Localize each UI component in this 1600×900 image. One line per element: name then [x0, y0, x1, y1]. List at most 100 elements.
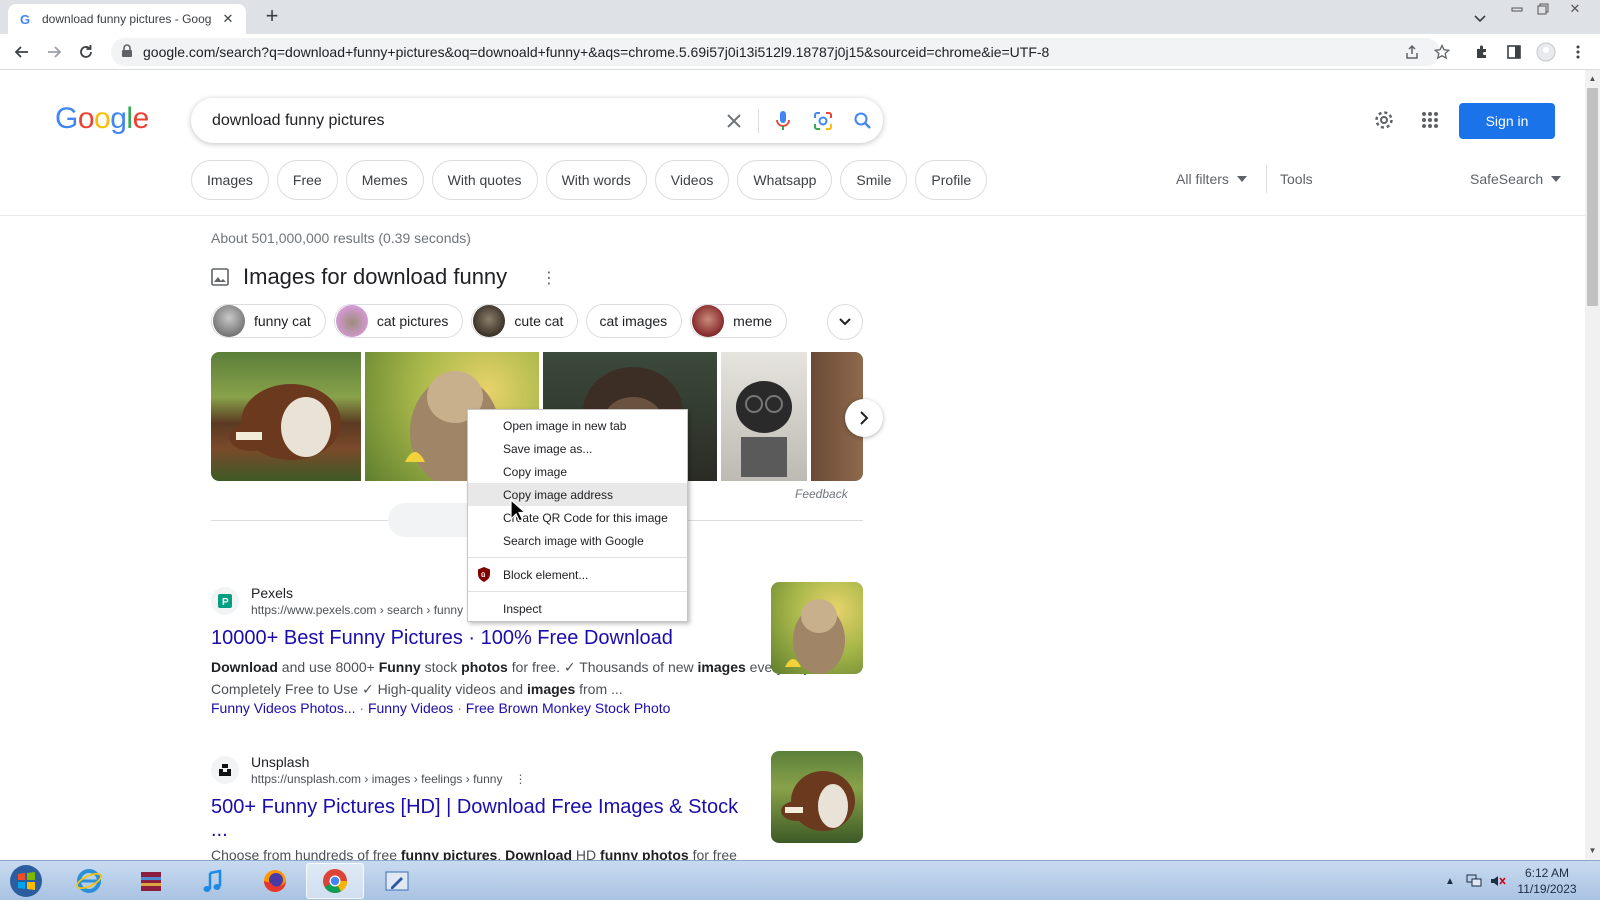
- expand-chips-chevron-icon[interactable]: [827, 304, 863, 340]
- browser-tab[interactable]: G download funny pictures - Goog ✕: [8, 4, 246, 34]
- all-filters-dropdown[interactable]: All filters: [1176, 171, 1247, 187]
- side-panel-icon[interactable]: [1502, 40, 1526, 64]
- result-sublinks: Funny Videos Photos... · Funny Videos · …: [211, 700, 871, 716]
- menu-inspect[interactable]: Inspect: [468, 597, 687, 620]
- filter-chip[interactable]: Free: [276, 160, 338, 200]
- sublink[interactable]: Funny Videos: [368, 700, 453, 716]
- clear-search-icon[interactable]: [714, 101, 754, 141]
- menu-block-element-label: Block element...: [503, 567, 589, 582]
- filter-chip[interactable]: With words: [545, 160, 647, 200]
- sublink[interactable]: Free Brown Monkey Stock Photo: [466, 700, 671, 716]
- tab-search-chevron-icon[interactable]: [1470, 8, 1490, 28]
- related-chip[interactable]: meme: [690, 304, 788, 338]
- svg-text:G: G: [20, 12, 30, 26]
- more-options-icon[interactable]: ⋮: [539, 268, 559, 288]
- related-chip[interactable]: cat images: [586, 304, 683, 338]
- minimize-window-icon[interactable]: [1504, 0, 1530, 18]
- extensions-puzzle-icon[interactable]: [1470, 40, 1494, 64]
- result-thumbnail-horse[interactable]: [771, 751, 863, 843]
- related-chip[interactable]: funny cat: [211, 304, 326, 338]
- menu-open-image-new-tab[interactable]: Open image in new tab: [468, 414, 687, 437]
- result-url: https://unsplash.com › images › feelings…: [251, 772, 526, 786]
- close-window-icon[interactable]: ✕: [1562, 0, 1588, 18]
- result-stats: About 501,000,000 results (0.39 seconds): [211, 230, 471, 246]
- tools-button[interactable]: Tools: [1280, 171, 1313, 187]
- image-result-horse[interactable]: [211, 352, 361, 481]
- windows-start-button[interactable]: [4, 862, 48, 900]
- internet-explorer-icon[interactable]: [60, 863, 118, 899]
- filter-chip[interactable]: Profile: [915, 160, 988, 200]
- caret-down-icon: [1236, 176, 1247, 182]
- address-bar[interactable]: google.com/search?q=download+funny+pictu…: [111, 38, 1440, 66]
- filter-chip[interactable]: Images: [191, 160, 269, 200]
- svg-text:ū: ū: [481, 572, 485, 579]
- scrollbar-thumb[interactable]: [1587, 88, 1598, 306]
- google-logo[interactable]: Google: [55, 102, 149, 136]
- settings-gear-icon[interactable]: [1372, 108, 1396, 132]
- share-icon[interactable]: [1400, 40, 1424, 64]
- filter-chip[interactable]: Whatsapp: [737, 160, 833, 200]
- volume-muted-icon[interactable]: [1490, 873, 1506, 889]
- menu-block-element[interactable]: ū Block element...: [468, 563, 687, 586]
- next-images-arrow-icon[interactable]: [845, 399, 883, 437]
- related-chip-label: cute cat: [514, 313, 564, 329]
- result-thumbnail-monkey[interactable]: [771, 582, 863, 674]
- lock-icon[interactable]: [121, 43, 133, 61]
- scroll-down-arrow-icon[interactable]: ▼: [1585, 844, 1600, 858]
- caret-down-icon: [1551, 176, 1562, 182]
- feedback-link[interactable]: Feedback: [795, 487, 848, 501]
- itunes-music-icon[interactable]: [184, 863, 242, 899]
- sublink[interactable]: Funny Videos Photos...: [211, 700, 356, 716]
- clock-time: 6:12 AM: [1524, 866, 1570, 880]
- sign-in-button[interactable]: Sign in: [1459, 103, 1555, 139]
- safesearch-dropdown[interactable]: SafeSearch: [1470, 171, 1562, 187]
- voice-search-mic-icon[interactable]: [763, 101, 803, 141]
- chrome-taskbar-icon[interactable]: [306, 863, 364, 899]
- reload-icon[interactable]: [74, 40, 98, 64]
- system-clock[interactable]: 6:12 AM 11/19/2023: [1512, 865, 1582, 897]
- filter-chip[interactable]: Memes: [345, 160, 424, 200]
- menu-search-image-with-google[interactable]: Search image with Google: [468, 529, 687, 552]
- filter-chip[interactable]: Videos: [654, 160, 730, 200]
- menu-create-qr-code[interactable]: Create QR Code for this image: [468, 506, 687, 529]
- menu-copy-image-address[interactable]: Copy image address: [468, 483, 687, 506]
- restore-window-icon[interactable]: [1530, 0, 1556, 18]
- close-tab-icon[interactable]: ✕: [220, 11, 236, 27]
- menu-save-image-as[interactable]: Save image as...: [468, 437, 687, 460]
- search-input[interactable]: download funny pictures: [212, 112, 714, 130]
- lens-camera-icon[interactable]: [803, 101, 843, 141]
- show-hidden-icons-arrow[interactable]: ▲: [1442, 873, 1458, 889]
- menu-separator: [468, 557, 687, 558]
- image-icon: [211, 268, 229, 286]
- filter-chip[interactable]: With quotes: [431, 160, 538, 200]
- profile-avatar-icon[interactable]: [1534, 40, 1558, 64]
- search-box[interactable]: download funny pictures: [191, 98, 883, 143]
- image-context-menu: Open image in new tab Save image as... C…: [467, 409, 688, 622]
- google-apps-grid-icon[interactable]: [1418, 108, 1442, 132]
- bookmark-star-icon[interactable]: [1430, 40, 1454, 64]
- new-tab-button[interactable]: +: [260, 5, 284, 29]
- header-divider: [0, 215, 1585, 216]
- firefox-icon[interactable]: [246, 863, 304, 899]
- clock-date: 11/19/2023: [1517, 882, 1577, 896]
- image-result-pug[interactable]: [721, 352, 807, 481]
- filter-chip[interactable]: Smile: [840, 160, 908, 200]
- network-icon[interactable]: [1466, 873, 1482, 889]
- chip-thumbnail: [335, 305, 368, 337]
- related-chip[interactable]: cat pictures: [333, 304, 464, 338]
- windows-taskbar: ▲ 6:12 AM 11/19/2023: [0, 860, 1600, 900]
- back-arrow-icon[interactable]: [10, 40, 34, 64]
- separator: ·: [457, 700, 466, 716]
- chrome-menu-icon[interactable]: [1566, 40, 1590, 64]
- result-more-icon[interactable]: ⋮: [514, 772, 526, 786]
- vertical-scrollbar[interactable]: ▲ ▼: [1585, 70, 1600, 860]
- archive-app-icon[interactable]: [122, 863, 180, 899]
- menu-copy-image[interactable]: Copy image: [468, 460, 687, 483]
- search-icon[interactable]: [843, 101, 883, 141]
- editor-app-icon[interactable]: [368, 863, 426, 899]
- scroll-up-arrow-icon[interactable]: ▲: [1585, 72, 1600, 86]
- related-chip[interactable]: cute cat: [471, 304, 579, 338]
- unsplash-favicon-icon: [211, 756, 239, 784]
- forward-arrow-icon[interactable]: [42, 40, 66, 64]
- images-section-title: Images for download funny: [243, 264, 508, 289]
